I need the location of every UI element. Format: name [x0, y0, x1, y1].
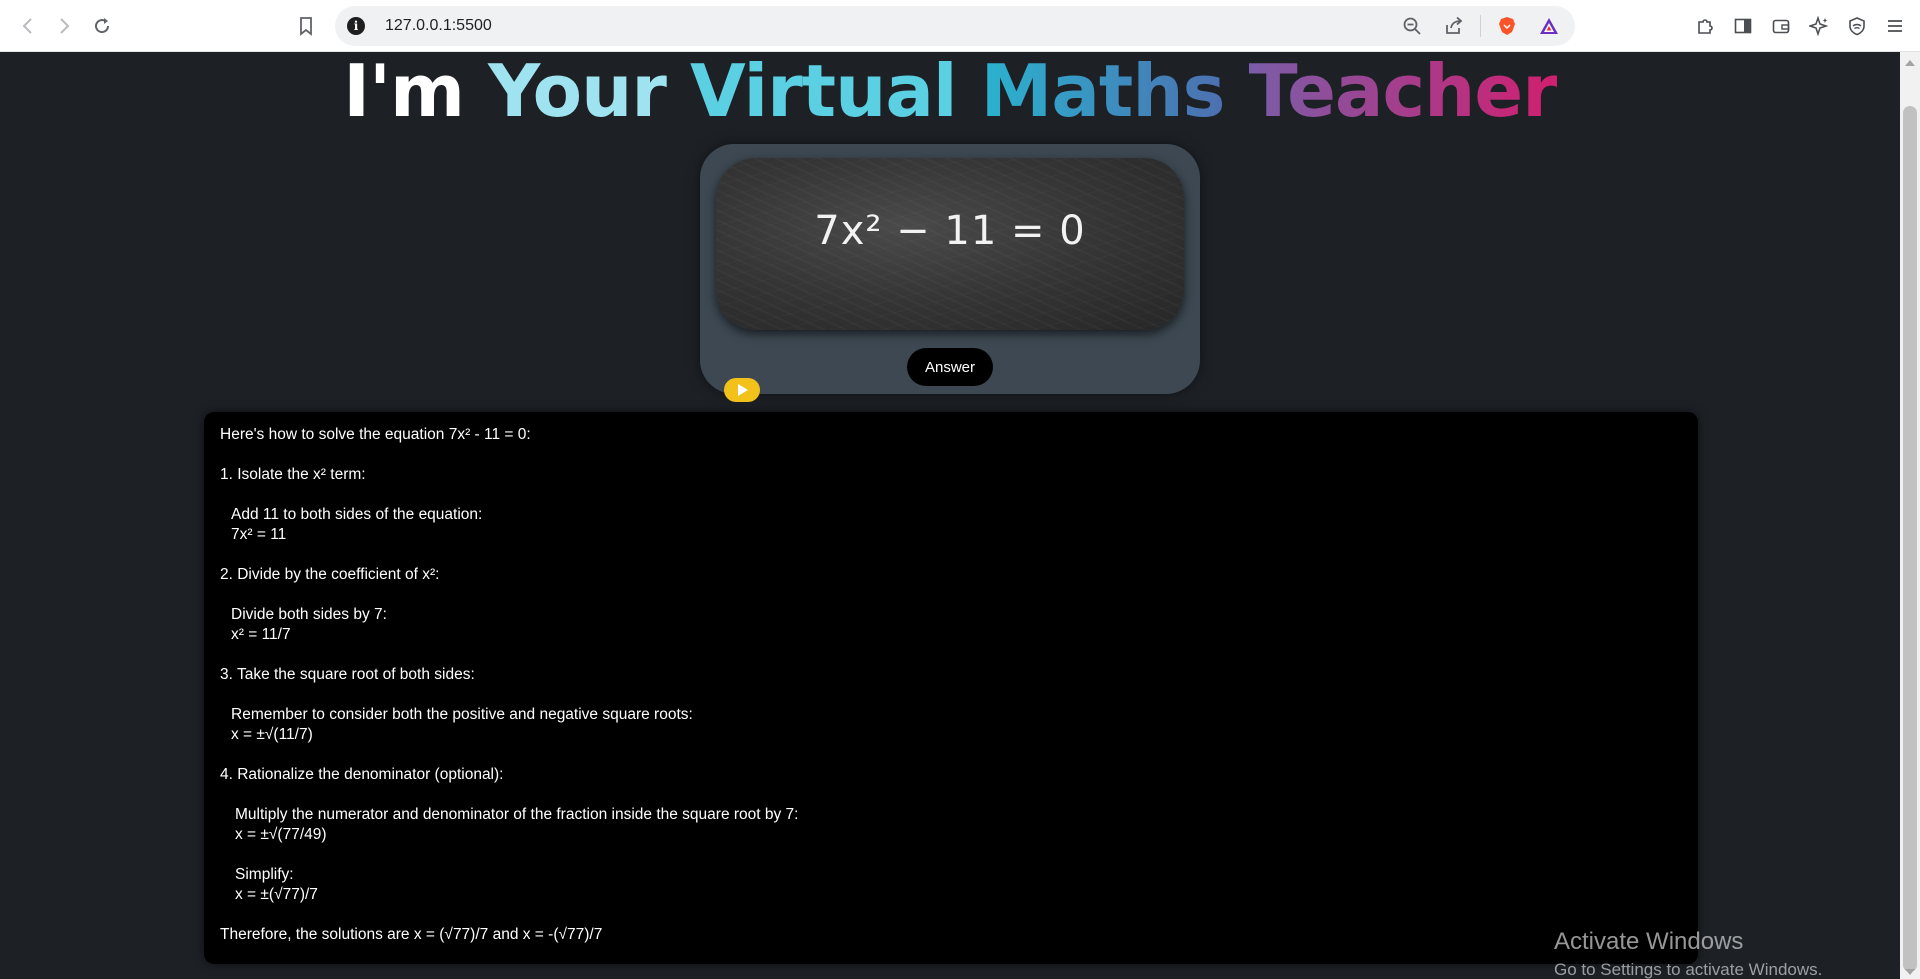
chalkboard: 7x² − 11 = 0: [716, 158, 1184, 330]
share-button[interactable]: [1438, 10, 1470, 42]
scroll-down-arrow-icon[interactable]: [1905, 969, 1915, 975]
bookmark-button[interactable]: [286, 6, 326, 46]
reload-button[interactable]: [82, 6, 122, 46]
extensions-toolbar: [1686, 6, 1914, 46]
extensions-button[interactable]: [1686, 6, 1724, 46]
puzzle-icon: [1698, 19, 1713, 34]
share-icon: [1446, 16, 1463, 34]
solution-line: x = ±(√77)/7: [235, 886, 318, 903]
sparkle-icon: [1809, 16, 1829, 36]
play-audio-button[interactable]: [724, 378, 760, 402]
hamburger-menu-icon: [1888, 20, 1902, 32]
wallet-icon: [1772, 19, 1790, 34]
solution-line: 1. Isolate the x² term:: [220, 466, 366, 483]
solution-line: 2. Divide by the coefficient of x²:: [220, 566, 440, 583]
title-word: Maths: [980, 49, 1226, 133]
page-title: I'm Your Virtual Maths Teacher: [0, 46, 1900, 136]
play-icon: [738, 384, 748, 396]
brave-lion-icon: [1499, 17, 1515, 35]
back-button[interactable]: [8, 6, 48, 46]
watermark-subtitle: Go to Settings to activate Windows.: [1554, 960, 1823, 979]
site-info-icon[interactable]: i: [347, 17, 365, 35]
solution-line: Add 11 to both sides of the equation:: [231, 506, 483, 523]
solution-line: Simplify:: [235, 866, 294, 883]
address-bar[interactable]: i 127.0.0.1:5500: [335, 6, 1575, 46]
main-menu-button[interactable]: [1876, 6, 1914, 46]
title-word: Virtual: [690, 49, 958, 133]
scroll-up-arrow-icon[interactable]: [1905, 60, 1915, 66]
browser-toolbar: i 127.0.0.1:5500: [0, 0, 1920, 52]
solution-panel: Here's how to solve the equation 7x² - 1…: [204, 412, 1698, 964]
address-bar-actions: [1396, 6, 1565, 46]
solution-line: Divide both sides by 7:: [231, 606, 387, 623]
title-word: Teacher: [1248, 49, 1558, 133]
solution-line: x = ±√(77/49): [235, 826, 327, 843]
answer-button[interactable]: Answer: [907, 348, 993, 386]
zoom-button[interactable]: [1396, 10, 1428, 42]
solution-line: Here's how to solve the equation 7x² - 1…: [220, 426, 531, 443]
forward-button[interactable]: [44, 6, 84, 46]
solution-line: Remember to consider both the positive a…: [231, 706, 693, 723]
solution-line: x = ±√(11/7): [231, 726, 313, 743]
chevron-left-icon: [22, 18, 32, 34]
vertical-scrollbar[interactable]: [1900, 52, 1920, 979]
brave-rewards-button[interactable]: [1533, 10, 1565, 42]
reload-icon: [95, 18, 110, 34]
solution-line: Multiply the numerator and denominator o…: [235, 806, 799, 823]
equation-text: 7x² − 11 = 0: [814, 208, 1086, 254]
solution-line: 3. Take the square root of both sides:: [220, 666, 475, 683]
bookmark-icon: [300, 17, 312, 36]
wallet-button[interactable]: [1762, 6, 1800, 46]
url-text[interactable]: 127.0.0.1:5500: [385, 17, 492, 35]
brave-shields-button[interactable]: [1491, 10, 1523, 42]
zoom-out-icon: [1403, 17, 1421, 35]
solution-line: 7x² = 11: [231, 526, 287, 543]
sidebar-button[interactable]: [1724, 6, 1762, 46]
shield-icon: [1849, 17, 1865, 36]
divider: [1480, 15, 1481, 37]
sidebar-icon: [1734, 18, 1752, 34]
solution-line: x² = 11/7: [231, 626, 291, 643]
activate-windows-watermark: Activate Windows Go to Settings to activ…: [1554, 928, 1822, 979]
page-content: I'm Your Virtual Maths Teacher 7x² − 11 …: [0, 49, 1900, 979]
vpn-button[interactable]: [1838, 6, 1876, 46]
title-word: I'm: [343, 49, 465, 133]
question-card: 7x² − 11 = 0 Answer: [700, 144, 1200, 402]
watermark-title: Activate Windows: [1554, 928, 1744, 955]
solution-line: Therefore, the solutions are x = (√77)/7…: [220, 926, 603, 943]
title-word: Your: [488, 49, 667, 133]
chevron-right-icon: [60, 18, 70, 34]
scrollbar-thumb[interactable]: [1903, 106, 1917, 972]
rewards-triangle-icon: [1540, 18, 1558, 34]
solution-line: 4. Rationalize the denominator (optional…: [220, 766, 504, 783]
leo-ai-button[interactable]: [1800, 6, 1838, 46]
